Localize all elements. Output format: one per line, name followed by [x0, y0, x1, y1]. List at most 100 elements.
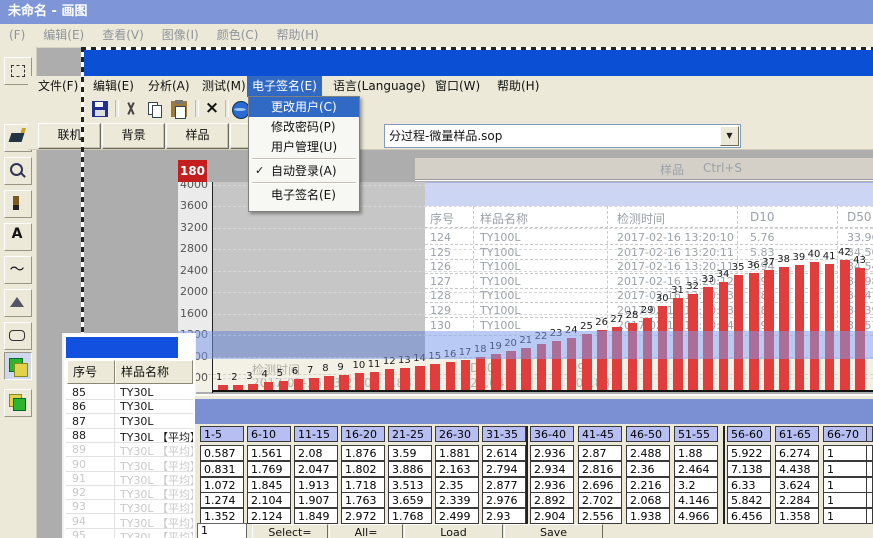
menu-separator — [252, 158, 356, 160]
count-input[interactable]: 1 — [197, 523, 247, 538]
cut-icon[interactable] — [123, 101, 139, 117]
combo-dropdown-arrow-icon[interactable]: ▼ — [720, 126, 739, 146]
dist-cell: 6.33 — [727, 477, 771, 493]
dist-header-6-10: 6-10 — [247, 426, 291, 442]
menu-item-自动登录(A)[interactable]: ✓自动登录(A) — [249, 161, 359, 181]
app-menu-item-4[interactable]: 测试(M) — [197, 76, 251, 97]
paint-tool-brush-icon[interactable] — [4, 190, 32, 218]
app-button-背景[interactable]: 背景 — [102, 123, 165, 149]
control-button-All=[interactable]: All= — [329, 524, 403, 538]
chart-bar-label-31: 31 — [671, 285, 684, 296]
toolbar-separator-2 — [225, 100, 229, 117]
control-button-Load[interactable]: Load — [404, 524, 503, 538]
left-row-name: TY30L — [120, 415, 154, 428]
paste-icon[interactable] — [171, 101, 187, 117]
menu-item-修改密码(P)[interactable]: 修改密码(P) — [249, 117, 359, 137]
dist-cell: 2.976 — [482, 492, 526, 508]
chart-bar-label-9: 9 — [337, 362, 343, 373]
delete-icon[interactable]: × — [204, 101, 220, 117]
chart-bar-label-6: 6 — [292, 366, 298, 377]
app-menu-item-8[interactable]: 帮助(H) — [492, 76, 544, 97]
app-button-联机[interactable]: 联机 — [38, 123, 101, 149]
app-button-样品[interactable]: 样品 — [166, 123, 229, 149]
paint-menu-item-5[interactable]: 帮助(H) — [267, 24, 327, 46]
dist-cell: 2.972 — [341, 508, 385, 524]
chart-bar-label-3: 3 — [246, 371, 252, 382]
toolbar-separator-0 — [115, 100, 119, 117]
paint-menu-bar: (F)编辑(E)查看(V)图像(I)颜色(C)帮助(H) — [0, 24, 873, 48]
paint-tool-curve-icon[interactable]: 〜 — [4, 256, 32, 284]
dist-cell: 1.768 — [388, 508, 432, 524]
app-menu-item-3[interactable]: 分析(A) — [143, 76, 195, 97]
chart-bar-label-33: 33 — [701, 274, 714, 285]
dist-group-separator-2 — [723, 426, 725, 524]
menu-item-用户管理(U)[interactable]: 用户管理(U) — [249, 137, 359, 157]
dist-cell: 1 — [823, 445, 867, 461]
sop-combobox[interactable]: 分过程-微量样品.sop ▼ — [384, 124, 741, 148]
app-menu-item-1[interactable]: 文件(F) — [33, 76, 83, 97]
dist-cell: 3.624 — [775, 477, 819, 493]
chart-ytick-3600: 3600 — [176, 199, 208, 212]
paint-menu-item-2[interactable]: 查看(V) — [93, 24, 153, 46]
menu-item-更改用户(C)[interactable]: 更改用户(C) — [249, 97, 359, 117]
control-button-Save[interactable]: Save — [504, 524, 603, 538]
left-row-index: 87 — [72, 415, 86, 428]
copy-icon[interactable] — [147, 101, 163, 117]
dist-cell: 2.339 — [435, 492, 479, 508]
chart-bar-12 — [385, 369, 395, 390]
dist-header-26-30: 26-30 — [435, 426, 479, 442]
dist-header-11-15: 11-15 — [294, 426, 338, 442]
select-icon — [11, 65, 25, 77]
dist-cell-cut — [866, 461, 873, 477]
distribution-window-caption — [195, 399, 873, 424]
chart-bar-label-1: 1 — [216, 372, 222, 383]
esign-dropdown-menu: 更改用户(C)修改密码(P)用户管理(U) ✓自动登录(A) 电子签名(E) — [248, 96, 360, 212]
paste-selection-marquee-left[interactable] — [81, 47, 84, 333]
paint-tool-text-icon[interactable]: A — [4, 223, 32, 251]
paint-tool-magnifier-icon[interactable] — [4, 157, 32, 185]
dist-cell-cut — [866, 477, 873, 493]
save-icon[interactable] — [92, 101, 108, 117]
sample-row-index: 124 — [430, 231, 451, 244]
dist-cell: 3.513 — [388, 477, 432, 493]
chart-bar-11 — [370, 372, 380, 390]
paste-selection-marquee-top[interactable] — [81, 47, 873, 50]
paint-menu-item-3[interactable]: 图像(I) — [153, 24, 208, 46]
chart-bar-41 — [825, 264, 835, 390]
paint-menu-item-4[interactable]: 颜色(C) — [208, 24, 268, 46]
chart-bar-label-41: 41 — [823, 251, 836, 262]
paint-tool-object-cube-alt-icon[interactable] — [4, 389, 32, 417]
chart-x-axis-line — [212, 390, 873, 392]
left-row-index: 94 — [72, 515, 86, 528]
menu-item-电子签名(E)[interactable]: 电子签名(E) — [249, 185, 359, 205]
chart-bar-label-35: 35 — [732, 262, 745, 273]
chart-ytick-2000: 2000 — [176, 285, 208, 298]
dist-cell: 2.614 — [482, 445, 526, 461]
app-menu-item-2[interactable]: 编辑(E) — [88, 76, 139, 97]
paint-tool-object-cube-icon[interactable] — [4, 352, 32, 380]
embedded-app-title-strip — [84, 50, 873, 76]
chart-bar-5 — [279, 381, 289, 390]
app-menu-item-7[interactable]: 窗口(W) — [430, 76, 485, 97]
sample-list-window: 序号样品名称85TY30L86TY30L87TY30L88TY30L 【平均】8… — [62, 333, 196, 538]
sample-table-header-样品名称: 样品名称 — [480, 210, 528, 227]
paint-tool-polygon-icon[interactable] — [4, 289, 32, 317]
chart-bar-label-42: 42 — [838, 247, 851, 258]
app-menu-item-5[interactable]: 电子签名(E) — [247, 76, 322, 97]
control-button-Select=[interactable]: Select= — [252, 524, 328, 538]
polygon-icon — [10, 297, 24, 307]
paint-menu-item-1[interactable]: 编辑(E) — [34, 24, 93, 46]
dist-header-41-45: 41-45 — [578, 426, 622, 442]
chart-bar-label-43: 43 — [853, 255, 866, 266]
sample-window-shortcut: Ctrl+S — [703, 161, 742, 175]
dist-header-16-20: 16-20 — [341, 426, 385, 442]
dist-group-separator-1 — [526, 426, 528, 524]
app-menu-bar: 文件(F)编辑(E)分析(A)测试(M)电子签名(E) 语言(Language)窗… — [28, 76, 873, 97]
app-menu-item-6[interactable]: 语言(Language) — [328, 76, 431, 97]
paint-tool-rounded-rect-icon[interactable] — [4, 322, 32, 350]
dist-cell: 6.274 — [775, 445, 819, 461]
paint-menu-item-0[interactable]: (F) — [0, 24, 34, 46]
dist-cell: 2.35 — [435, 477, 479, 493]
screen: 未命名 - 画图 (F)编辑(E)查看(V)图像(I)颜色(C)帮助(H) A〜… — [0, 0, 873, 538]
dist-cell: 2.047 — [294, 461, 338, 477]
